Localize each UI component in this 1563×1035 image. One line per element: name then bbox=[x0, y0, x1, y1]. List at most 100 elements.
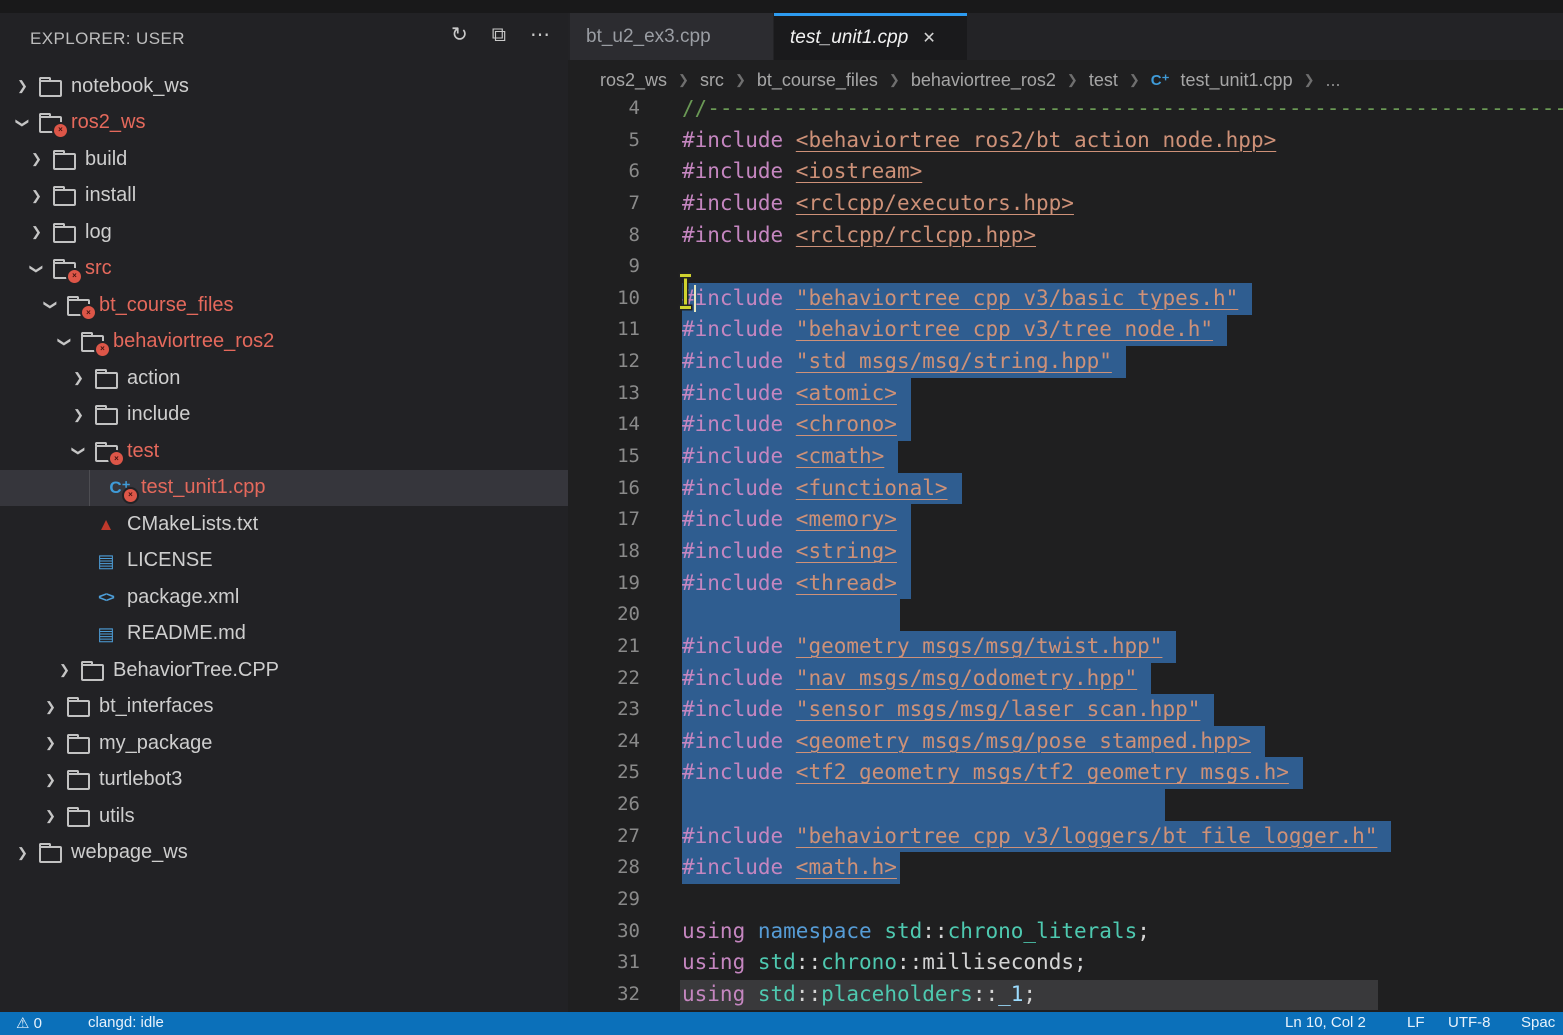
editor[interactable]: 4//-------------------------------------… bbox=[568, 100, 1563, 1012]
breadcrumb-item-behaviortree-ros2[interactable]: behaviortree_ros2 bbox=[911, 70, 1056, 91]
breadcrumb-separator-icon: ❯ bbox=[678, 72, 689, 88]
code-line-20[interactable]: 20 bbox=[568, 599, 1563, 631]
code-line-10[interactable]: 10#include "behaviortree_cpp_v3/basic_ty… bbox=[568, 283, 1563, 315]
line-number: 31 bbox=[568, 947, 640, 979]
code-line-16[interactable]: 16#include <functional> bbox=[568, 473, 1563, 505]
more-actions-icon[interactable]: ⋯ bbox=[530, 25, 550, 45]
tree-item-src[interactable]: ❯×src bbox=[0, 251, 568, 288]
problems-indicator[interactable]: ⚠ 0 bbox=[16, 1014, 42, 1032]
tree-item-readme-md[interactable]: ▤README.md bbox=[0, 616, 568, 653]
explorer-title: EXPLORER: USER bbox=[30, 29, 185, 49]
code-text: #include <iostream> bbox=[682, 156, 922, 188]
chevron-collapsed-icon: ❯ bbox=[42, 699, 59, 715]
tab-bt-u2-ex3-cpp[interactable]: bt_u2_ex3.cpp bbox=[570, 13, 773, 60]
code-line-29[interactable]: 29 bbox=[568, 884, 1563, 916]
code-line-30[interactable]: 30using namespace std::chrono_literals; bbox=[568, 916, 1563, 948]
code-line-5[interactable]: 5#include <behaviortree_ros2/bt_action_n… bbox=[568, 125, 1563, 157]
folder-icon bbox=[37, 842, 63, 864]
code-line-15[interactable]: 15#include <cmath> bbox=[568, 441, 1563, 473]
tree-item-my-package[interactable]: ❯my_package bbox=[0, 725, 568, 762]
tree-item-cmakelists-txt[interactable]: ▲CMakeLists.txt bbox=[0, 506, 568, 543]
breadcrumb-separator-icon: ❯ bbox=[1304, 72, 1315, 88]
code-line-17[interactable]: 17#include <memory> bbox=[568, 504, 1563, 536]
folder-icon bbox=[79, 659, 105, 681]
tree-item-install[interactable]: ❯install bbox=[0, 178, 568, 215]
tree-item-log[interactable]: ❯log bbox=[0, 214, 568, 251]
breadcrumb-item-bt-course-files[interactable]: bt_course_files bbox=[757, 70, 878, 91]
text-caret bbox=[694, 285, 696, 312]
tree-item-ros2-ws[interactable]: ❯×ros2_ws bbox=[0, 105, 568, 142]
tree-item-license[interactable]: ▤LICENSE bbox=[0, 543, 568, 580]
error-badge: × bbox=[108, 450, 125, 467]
tree-item-include[interactable]: ❯include bbox=[0, 397, 568, 434]
code-line-31[interactable]: 31using std::chrono::milliseconds; bbox=[568, 947, 1563, 979]
code-line-27[interactable]: 27#include "behaviortree_cpp_v3/loggers/… bbox=[568, 821, 1563, 853]
code-line-32[interactable]: 32using std::placeholders::_1; bbox=[568, 979, 1563, 1011]
tree-item-webpage-ws[interactable]: ❯webpage_ws bbox=[0, 835, 568, 872]
line-number: 9 bbox=[568, 251, 640, 283]
tree-item-label: build bbox=[85, 148, 127, 171]
error-badge: × bbox=[122, 487, 139, 504]
folder-icon bbox=[51, 148, 77, 170]
breadcrumb-item-test[interactable]: test bbox=[1089, 70, 1118, 91]
breadcrumb-item-ros2-ws[interactable]: ros2_ws bbox=[600, 70, 667, 91]
code-line-7[interactable]: 7#include <rclcpp/executors.hpp> bbox=[568, 188, 1563, 220]
breadcrumb-item-test-unit1-cpp[interactable]: test_unit1.cpp bbox=[1181, 70, 1293, 91]
code-line-9[interactable]: 9 bbox=[568, 251, 1563, 283]
refresh-explorer-icon[interactable]: ↻ bbox=[451, 25, 468, 45]
tree-item-package-xml[interactable]: <>package.xml bbox=[0, 579, 568, 616]
code-line-26[interactable]: 26 bbox=[568, 789, 1563, 821]
code-text: #include <geometry_msgs/msg/pose_stamped… bbox=[682, 726, 1265, 758]
chevron-collapsed-icon: ❯ bbox=[42, 735, 59, 751]
folder-icon bbox=[37, 75, 63, 97]
code-line-11[interactable]: 11#include "behaviortree_cpp_v3/tree_nod… bbox=[568, 314, 1563, 346]
collapse-folders-icon[interactable]: ⧉ bbox=[492, 25, 506, 45]
folder-icon bbox=[65, 732, 91, 754]
code-line-21[interactable]: 21#include "geometry_msgs/msg/twist.hpp" bbox=[568, 631, 1563, 663]
breadcrumb-item-src[interactable]: src bbox=[700, 70, 724, 91]
code-line-14[interactable]: 14#include <chrono> bbox=[568, 409, 1563, 441]
code-line-18[interactable]: 18#include <string> bbox=[568, 536, 1563, 568]
tree-item-test[interactable]: ❯×test bbox=[0, 433, 568, 470]
chevron-expanded-icon: ❯ bbox=[43, 297, 59, 314]
code-line-8[interactable]: 8#include <rclcpp/rclcpp.hpp> bbox=[568, 220, 1563, 252]
tab-test-unit1-cpp[interactable]: test_unit1.cpp✕ bbox=[774, 13, 967, 60]
code-line-12[interactable]: 12#include "std_msgs/msg/string.hpp" bbox=[568, 346, 1563, 378]
chevron-collapsed-icon: ❯ bbox=[56, 662, 73, 678]
line-number: 8 bbox=[568, 220, 640, 252]
indent-guide bbox=[89, 470, 90, 507]
close-tab-icon[interactable]: ✕ bbox=[922, 28, 935, 48]
encoding-indicator[interactable]: UTF-8 bbox=[1448, 1014, 1491, 1031]
code-line-4[interactable]: 4//-------------------------------------… bbox=[568, 100, 1563, 125]
line-number: 18 bbox=[568, 536, 640, 568]
line-number: 29 bbox=[568, 884, 640, 916]
eol-indicator[interactable]: LF bbox=[1407, 1014, 1425, 1031]
tree-item-bt-course-files[interactable]: ❯×bt_course_files bbox=[0, 287, 568, 324]
indentation-indicator[interactable]: Spac bbox=[1521, 1014, 1555, 1031]
tree-item-build[interactable]: ❯build bbox=[0, 141, 568, 178]
clangd-status[interactable]: clangd: idle bbox=[88, 1014, 164, 1031]
code-line-6[interactable]: 6#include <iostream> bbox=[568, 156, 1563, 188]
cursor-position[interactable]: Ln 10, Col 2 bbox=[1285, 1014, 1366, 1031]
tree-item-turtlebot3[interactable]: ❯turtlebot3 bbox=[0, 762, 568, 799]
line-number: 11 bbox=[568, 314, 640, 346]
code-line-13[interactable]: 13#include <atomic> bbox=[568, 378, 1563, 410]
tree-item-notebook-ws[interactable]: ❯notebook_ws bbox=[0, 68, 568, 105]
tree-item-behaviortree-cpp[interactable]: ❯BehaviorTree.CPP bbox=[0, 652, 568, 689]
tree-item-utils[interactable]: ❯utils bbox=[0, 798, 568, 835]
code-area[interactable]: 4//-------------------------------------… bbox=[568, 100, 1563, 1011]
line-number: 12 bbox=[568, 346, 640, 378]
tree-item-action[interactable]: ❯action bbox=[0, 360, 568, 397]
tree-item-label: src bbox=[85, 257, 112, 280]
code-line-23[interactable]: 23#include "sensor_msgs/msg/laser_scan.h… bbox=[568, 694, 1563, 726]
code-line-28[interactable]: 28#include <math.h> bbox=[568, 852, 1563, 884]
code-line-24[interactable]: 24#include <geometry_msgs/msg/pose_stamp… bbox=[568, 726, 1563, 758]
code-line-25[interactable]: 25#include <tf2_geometry_msgs/tf2_geomet… bbox=[568, 757, 1563, 789]
tree-item-test-unit1-cpp[interactable]: C⁺×test_unit1.cpp bbox=[0, 470, 568, 507]
code-line-19[interactable]: 19#include <thread> bbox=[568, 568, 1563, 600]
tree-item-behaviortree-ros2[interactable]: ❯×behaviortree_ros2 bbox=[0, 324, 568, 361]
breadcrumb-item--[interactable]: ... bbox=[1325, 70, 1340, 91]
code-line-22[interactable]: 22#include "nav_msgs/msg/odometry.hpp" bbox=[568, 663, 1563, 695]
tree-item-label: LICENSE bbox=[127, 549, 213, 572]
tree-item-bt-interfaces[interactable]: ❯bt_interfaces bbox=[0, 689, 568, 726]
